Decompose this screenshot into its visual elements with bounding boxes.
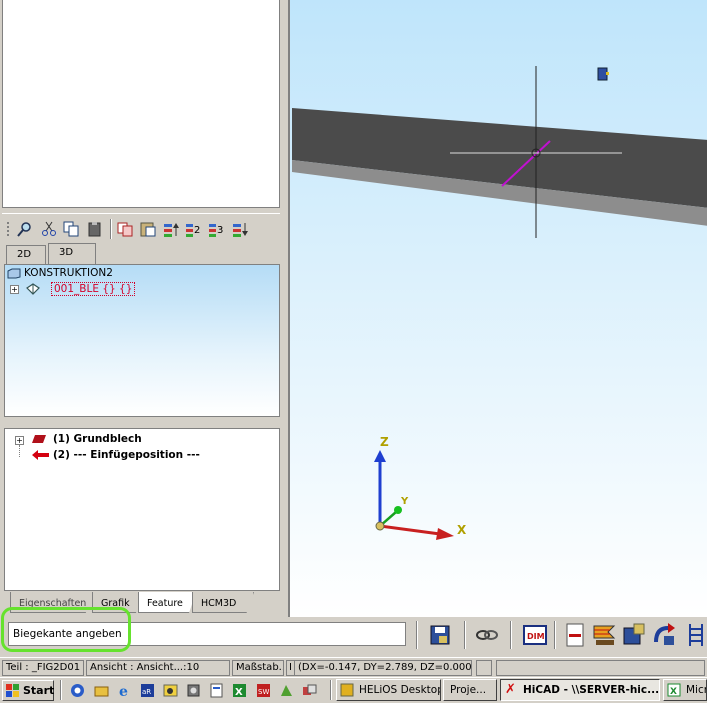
tree-child[interactable]: 001_BLE {} {} — [25, 282, 136, 296]
tab-3d[interactable]: 3D — [48, 243, 96, 265]
view-tabs: 2D 3D — [4, 243, 280, 265]
svg-text:X: X — [235, 687, 243, 698]
annotation-highlight — [1, 607, 131, 652]
svg-text:e: e — [119, 684, 128, 698]
tab-hcm3d[interactable]: HCM3D — [192, 592, 254, 613]
quicklaunch-gear-icon[interactable] — [186, 683, 201, 698]
marker-icon — [597, 67, 608, 81]
status-view: Ansicht : Ansicht...:10 — [86, 660, 230, 676]
x-axis-label: X — [457, 523, 467, 537]
svg-text:aR: aR — [142, 688, 151, 696]
structure-up-icon[interactable] — [162, 221, 180, 237]
structure-down-icon[interactable] — [231, 221, 249, 237]
preview-pane — [2, 0, 280, 208]
tree-root-label: KONSTRUKTION2 — [24, 267, 113, 279]
sheet-document-icon[interactable] — [562, 622, 588, 648]
z-axis-label: Z — [380, 435, 389, 449]
excel-icon[interactable]: X — [232, 683, 247, 698]
tree-toolbar: 2 3 — [2, 213, 280, 243]
toolbar-separator — [416, 621, 418, 649]
start-button[interactable]: Start — [2, 680, 54, 701]
x-axis — [379, 524, 441, 536]
sheet-part-icon — [25, 282, 41, 296]
toolbar-separator — [554, 621, 556, 649]
svg-text:X: X — [670, 687, 677, 697]
quicklaunch-red-icon[interactable]: SW — [256, 683, 271, 698]
helios-icon — [340, 683, 354, 697]
x-axis-arrow — [436, 528, 454, 540]
3d-viewport[interactable]: Z Y X — [288, 0, 707, 617]
y-axis-tip — [394, 506, 402, 514]
rotate-part-icon[interactable] — [652, 622, 678, 648]
viewport-canvas — [292, 66, 707, 540]
feature-item-label: (2) --- Einfügeposition --- — [53, 449, 200, 461]
feature-log: + (1) Grundblech (2) --- Einfügeposition… — [4, 428, 280, 591]
internet-explorer-icon[interactable]: e — [118, 683, 133, 700]
status-empty-1 — [476, 660, 492, 676]
expand-toggle[interactable]: + — [10, 285, 19, 294]
status-scale: Maßstab...:10 — [232, 660, 284, 676]
tree-root[interactable]: KONSTRUKTION2 — [7, 267, 113, 279]
feature-expand-toggle[interactable]: + — [15, 436, 24, 445]
level-3-icon[interactable]: 3 — [208, 221, 226, 237]
excel-task-icon: X — [667, 683, 681, 697]
status-bar: Teil : _FIG2D01 Ansicht : Ansicht...:10 … — [0, 657, 707, 676]
unfold-icon[interactable] — [622, 622, 648, 648]
status-delta: (DX=-0.147, DY=2.789, DZ=0.000) — [294, 660, 472, 676]
base-sheet-icon — [31, 434, 47, 444]
z-axis-arrow — [374, 450, 386, 462]
axis-origin — [375, 521, 385, 531]
insert-position-arrow-icon — [31, 449, 51, 461]
svg-text:2: 2 — [194, 225, 200, 236]
taskbar-separator — [60, 680, 62, 700]
svg-text:SW: SW — [258, 688, 269, 696]
level-2-icon[interactable]: 2 — [185, 221, 203, 237]
tree-child-label: 001_BLE {} {} — [51, 282, 136, 296]
task-hicad[interactable]: HiCAD - \\SERVER-hic... — [500, 679, 660, 701]
taskbar-separator — [330, 680, 332, 700]
copy-part-icon[interactable] — [116, 221, 134, 237]
quicklaunch-green-icon[interactable] — [279, 683, 294, 698]
quicklaunch-yellow-icon[interactable] — [163, 683, 178, 698]
tree-line — [19, 445, 20, 457]
dimension-icon[interactable]: DIM — [522, 622, 548, 648]
quicklaunch-doc-icon[interactable] — [209, 683, 224, 698]
ladder-icon[interactable] — [684, 622, 707, 648]
save-sheet-icon[interactable] — [428, 622, 454, 648]
svg-text:3: 3 — [217, 225, 223, 236]
tab-feature[interactable]: Feature — [138, 592, 196, 613]
start-label: Start — [23, 684, 55, 697]
bend-lines-icon[interactable] — [592, 622, 618, 648]
folder-icon[interactable] — [94, 683, 109, 698]
copy-icon[interactable] — [62, 221, 80, 237]
windows-logo-icon — [6, 684, 20, 697]
quicklaunch-app-icon[interactable] — [70, 683, 85, 698]
quicklaunch-network-icon[interactable] — [302, 683, 317, 698]
assembly-icon — [7, 268, 21, 279]
feature-item-label: (1) Grundblech — [53, 433, 142, 445]
toolbar-separator — [464, 621, 466, 649]
hicad-icon: ✗ — [505, 682, 516, 697]
y-axis-label: Y — [401, 496, 409, 507]
cut-icon[interactable] — [40, 221, 58, 237]
paste-part-icon[interactable] — [139, 221, 157, 237]
structure-tree: KONSTRUKTION2 + 001_BLE {} {} — [4, 264, 280, 417]
paste-icon[interactable] — [86, 221, 104, 237]
toolbar-separator — [510, 621, 512, 649]
toolbar-separator — [110, 219, 112, 239]
feature-item[interactable]: (2) --- Einfügeposition --- — [31, 449, 200, 461]
marker-dot — [606, 72, 609, 75]
search-icon[interactable] — [16, 221, 34, 237]
task-projekt[interactable]: Proje... — [443, 679, 497, 701]
link-icon[interactable] — [474, 622, 500, 648]
tab-2d[interactable]: 2D — [6, 245, 46, 265]
quicklaunch-blue-icon[interactable]: aR — [140, 683, 155, 698]
svg-text:DIM: DIM — [527, 632, 545, 641]
status-part: Teil : _FIG2D01 — [2, 660, 84, 676]
feature-item[interactable]: (1) Grundblech — [31, 433, 142, 445]
status-empty-2 — [496, 660, 705, 676]
